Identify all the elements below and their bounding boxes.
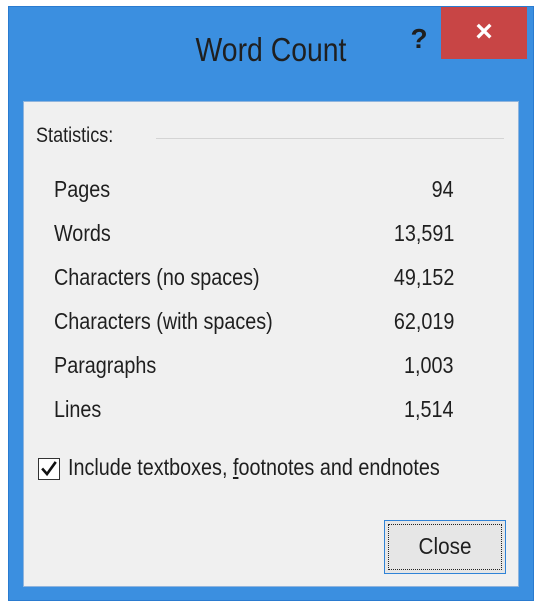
stat-label: Characters (no spaces) xyxy=(54,264,260,290)
include-textboxes-label: Include textboxes, footnotes and endnote… xyxy=(68,454,440,481)
close-button-label: Close xyxy=(418,533,472,559)
checkmark-icon xyxy=(41,461,57,477)
close-button[interactable]: Close xyxy=(384,520,506,574)
include-textboxes-checkbox-row[interactable]: Include textboxes, footnotes and endnote… xyxy=(38,452,514,484)
stat-label: Paragraphs xyxy=(54,352,157,378)
stat-value: 49,152 xyxy=(393,264,454,290)
stat-value: 13,591 xyxy=(393,220,454,246)
stat-label: Pages xyxy=(54,176,111,202)
stat-label: Characters (with spaces) xyxy=(54,308,273,334)
statistics-group-label: Statistics: xyxy=(36,124,114,147)
group-divider xyxy=(156,138,504,139)
stat-value: 62,019 xyxy=(393,308,454,334)
title-bar[interactable]: Word Count ? × xyxy=(9,7,533,93)
stat-label: Lines xyxy=(54,396,102,422)
close-window-button[interactable]: × xyxy=(441,7,527,59)
stat-value: 94 xyxy=(431,176,454,202)
stat-row-characters-with-spaces: Characters (with spaces) 62,019 xyxy=(54,308,454,338)
stat-row-lines: Lines 1,514 xyxy=(54,396,454,426)
stat-value: 1,003 xyxy=(404,352,454,378)
word-count-dialog: Word Count ? × Statistics: Pages 94 Word… xyxy=(8,6,534,601)
stat-row-characters-no-spaces: Characters (no spaces) 49,152 xyxy=(54,264,454,294)
help-button[interactable]: ? xyxy=(401,21,437,57)
include-textboxes-checkbox[interactable] xyxy=(38,458,60,480)
label-text-pre: Include textboxes, xyxy=(68,454,233,480)
stat-value: 1,514 xyxy=(404,396,454,422)
stat-label: Words xyxy=(54,220,111,246)
dialog-body: Statistics: Pages 94 Words 13,591 Charac… xyxy=(23,101,519,587)
stat-row-pages: Pages 94 xyxy=(54,176,454,206)
stat-row-paragraphs: Paragraphs 1,003 xyxy=(54,352,454,382)
stat-row-words: Words 13,591 xyxy=(54,220,454,250)
label-text-post: ootnotes and endnotes xyxy=(238,454,440,480)
